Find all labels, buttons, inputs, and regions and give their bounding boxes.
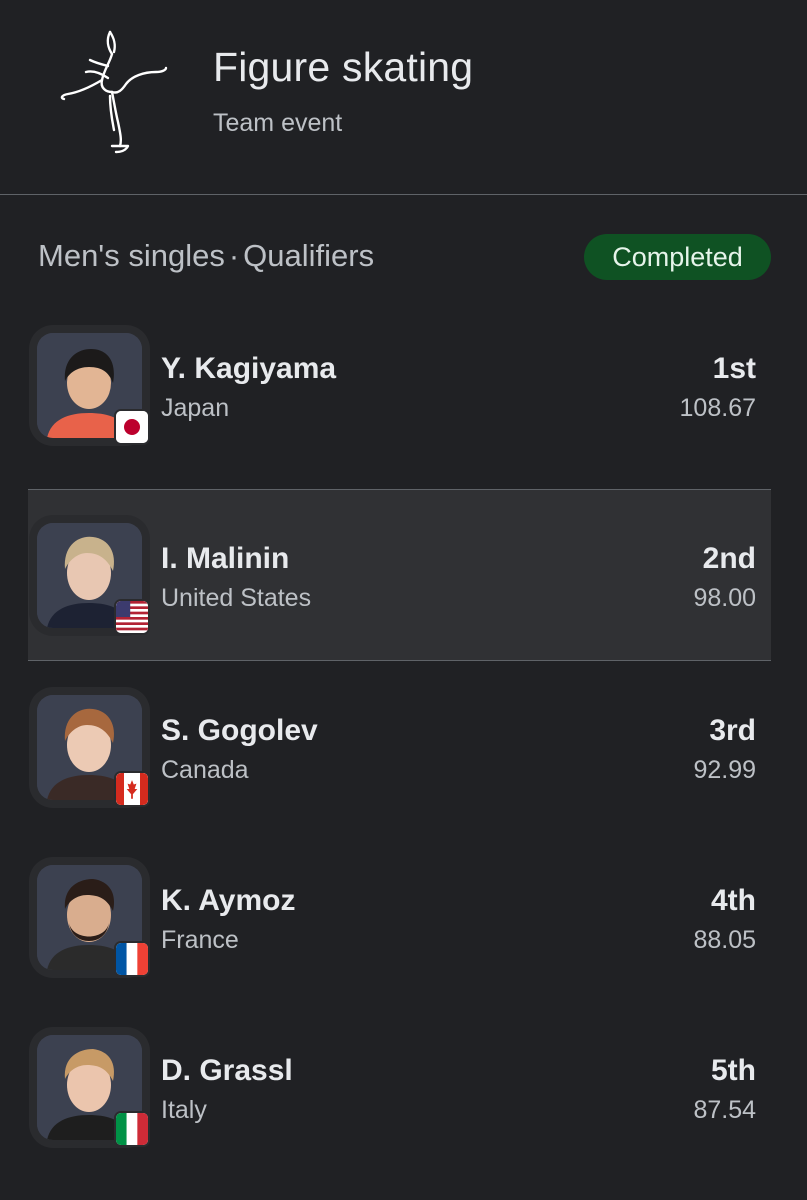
japan-flag-icon — [114, 409, 150, 445]
athlete-name: S. Gogolev — [161, 714, 318, 747]
athlete-country: United States — [161, 584, 312, 612]
event-header: Figure skating Team event — [0, 0, 807, 195]
discipline-label: Men's singles — [38, 238, 225, 273]
status-badge: Completed — [584, 234, 771, 280]
athlete-name: Y. Kagiyama — [161, 352, 337, 385]
round-label: Men's singles · Qualifiers — [38, 238, 374, 274]
athlete-country: Japan — [161, 394, 230, 422]
avatar-frame — [29, 687, 150, 808]
athlete-score: 87.54 — [693, 1096, 756, 1124]
avatar-frame — [29, 857, 150, 978]
avatar-frame — [29, 1027, 150, 1148]
athlete-name: I. Malinin — [161, 542, 290, 575]
athlete-rank: 2nd — [702, 542, 756, 575]
page-subtitle: Team event — [213, 109, 343, 137]
avatar-frame — [29, 325, 150, 446]
figure-skater-icon — [60, 30, 168, 154]
athlete-name: D. Grassl — [161, 1054, 293, 1087]
athlete-rank: 3rd — [709, 714, 756, 747]
athlete-score: 88.05 — [693, 926, 756, 954]
athlete-row[interactable]: D. Grassl Italy 5th 87.54 — [28, 1002, 771, 1174]
athlete-rank: 5th — [711, 1054, 756, 1087]
athlete-country: Italy — [161, 1096, 207, 1124]
france-flag-icon — [114, 941, 150, 977]
athlete-name: K. Aymoz — [161, 884, 296, 917]
canada-flag-icon — [114, 771, 150, 807]
usa-flag-icon — [114, 599, 150, 635]
athlete-score: 108.67 — [679, 394, 756, 422]
athlete-score: 98.00 — [693, 584, 756, 612]
separator-dot: · — [228, 238, 240, 273]
athlete-row[interactable]: S. Gogolev Canada 3rd 92.99 — [28, 662, 771, 834]
athlete-row[interactable]: Y. Kagiyama Japan 1st 108.67 — [28, 300, 771, 472]
page-title: Figure skating — [213, 44, 474, 90]
athlete-country: France — [161, 926, 239, 954]
athlete-row[interactable]: K. Aymoz France 4th 88.05 — [28, 832, 771, 1004]
athlete-row[interactable]: I. Malinin United States 2nd 98.00 — [28, 489, 771, 661]
italy-flag-icon — [114, 1111, 150, 1147]
round-name: Qualifiers — [243, 238, 375, 273]
athlete-score: 92.99 — [693, 756, 756, 784]
avatar-frame — [29, 515, 150, 636]
athlete-rank: 4th — [711, 884, 756, 917]
athlete-country: Canada — [161, 756, 249, 784]
athlete-rank: 1st — [712, 352, 756, 385]
